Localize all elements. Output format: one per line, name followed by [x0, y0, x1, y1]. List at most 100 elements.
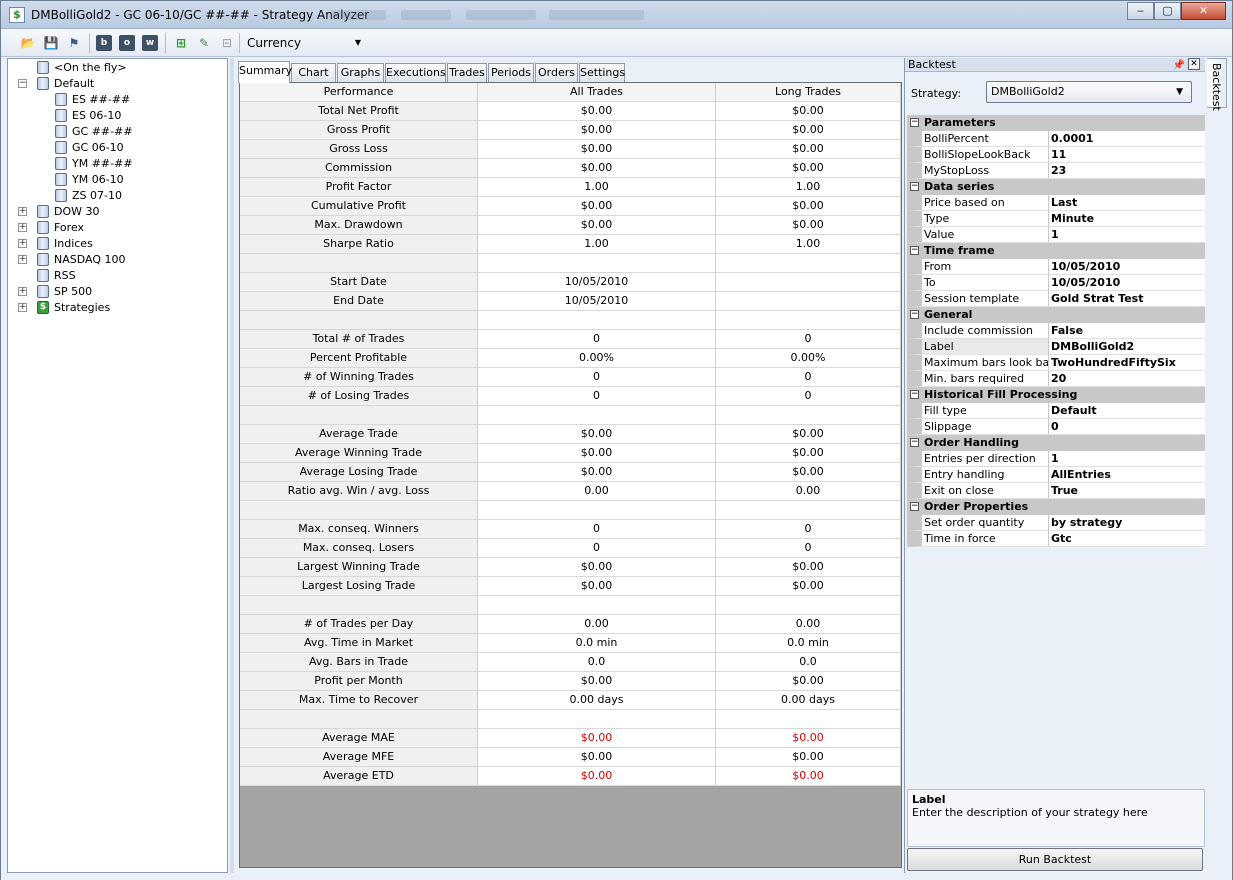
tree-expander-plus-icon[interactable]: +	[18, 239, 27, 248]
property-row[interactable]: Time in force Gtc	[907, 531, 1205, 547]
save-icon[interactable]: 💾	[42, 34, 60, 52]
tree-item-label[interactable]: Default	[54, 76, 94, 92]
tree-item-label[interactable]: ZS 07-10	[72, 188, 122, 204]
tab-summary[interactable]: Summary	[238, 61, 292, 83]
property-value[interactable]: 10/05/2010	[1049, 275, 1205, 291]
tree-item-label[interactable]: NASDAQ 100	[54, 252, 126, 268]
property-category[interactable]: − Order Handling	[907, 435, 1205, 451]
property-value[interactable]: Last	[1049, 195, 1205, 211]
minimize-button[interactable]: ‒	[1127, 2, 1154, 20]
currency-dropdown[interactable]: Currency ▼	[243, 34, 365, 52]
property-row[interactable]: BolliSlopeLookBack 11	[907, 147, 1205, 163]
tree-item-label[interactable]: DOW 30	[54, 204, 100, 220]
tree-item-label[interactable]: Forex	[54, 220, 84, 236]
property-value[interactable]: 23	[1049, 163, 1205, 179]
property-row[interactable]: BolliPercent 0.0001	[907, 131, 1205, 147]
tree-item-label[interactable]: RSS	[54, 268, 76, 284]
tab-orders[interactable]: Orders	[535, 63, 578, 82]
collapse-icon[interactable]: −	[910, 182, 919, 191]
property-category[interactable]: − Order Properties	[907, 499, 1205, 515]
property-value[interactable]: Gtc	[1049, 531, 1205, 547]
property-value[interactable]: AllEntries	[1049, 467, 1205, 483]
close-icon[interactable]: ✕	[1188, 58, 1200, 70]
tree-expander-plus-icon[interactable]: +	[18, 207, 27, 216]
property-value[interactable]: by strategy	[1049, 515, 1205, 531]
property-row[interactable]: Exit on close True	[907, 483, 1205, 499]
property-value[interactable]: 0.0001	[1049, 131, 1205, 147]
tab-executions[interactable]: Executions	[385, 63, 446, 82]
property-row[interactable]: Session template Gold Strat Test	[907, 291, 1205, 307]
column-header[interactable]: Performance	[240, 83, 478, 102]
property-value[interactable]: 10/05/2010	[1049, 259, 1205, 275]
chart-pointer-icon[interactable]: ⚑	[65, 34, 83, 52]
tab-periods[interactable]: Periods	[488, 63, 534, 82]
column-header[interactable]: Long Trades	[716, 83, 901, 102]
collapse-icon[interactable]: −	[910, 310, 919, 319]
property-row[interactable]: Slippage 0	[907, 419, 1205, 435]
tree-item-label[interactable]: <On the fly>	[54, 60, 127, 76]
optimize-o-icon[interactable]: o	[119, 35, 135, 51]
property-row[interactable]: To 10/05/2010	[907, 275, 1205, 291]
tree-expander-plus-icon[interactable]: +	[18, 287, 27, 296]
open-folder-icon[interactable]: 📂	[19, 34, 37, 52]
strategy-select[interactable]: DMBolliGold2 ▼	[986, 81, 1192, 103]
property-row[interactable]: Entry handling AllEntries	[907, 467, 1205, 483]
property-value[interactable]: 1	[1049, 227, 1205, 243]
property-value[interactable]: Minute	[1049, 211, 1205, 227]
property-value[interactable]: 20	[1049, 371, 1205, 387]
tab-trades[interactable]: Trades	[447, 63, 487, 82]
collapse-icon[interactable]: −	[910, 502, 919, 511]
property-value[interactable]: 11	[1049, 147, 1205, 163]
tree-expander-plus-icon[interactable]: +	[18, 255, 27, 264]
tree-item-label[interactable]: GC ##-##	[72, 124, 133, 140]
tree-item-label[interactable]: YM ##-##	[72, 156, 133, 172]
tree-expander-plus-icon[interactable]: +	[18, 303, 27, 312]
daily-b-icon[interactable]: b	[96, 35, 112, 51]
property-value[interactable]: Default	[1049, 403, 1205, 419]
property-category[interactable]: − Time frame	[907, 243, 1205, 259]
tab-settings[interactable]: Settings	[579, 63, 625, 82]
tree-item-label[interactable]: ES ##-##	[72, 92, 130, 108]
remove-icon[interactable]: ⊟	[218, 34, 236, 52]
property-row[interactable]: Type Minute	[907, 211, 1205, 227]
maximize-button[interactable]: ▢	[1154, 2, 1181, 20]
property-category[interactable]: − Data series	[907, 179, 1205, 195]
property-category[interactable]: − Historical Fill Processing	[907, 387, 1205, 403]
tree-item-label[interactable]: Indices	[54, 236, 93, 252]
property-row[interactable]: MyStopLoss 23	[907, 163, 1205, 179]
collapse-icon[interactable]: −	[910, 390, 919, 399]
property-row[interactable]: Include commission False	[907, 323, 1205, 339]
property-row[interactable]: From 10/05/2010	[907, 259, 1205, 275]
instrument-tree[interactable]: <On the fly> − Default ES ##-## ES 06-10 GC #…	[7, 58, 228, 873]
tree-expander-plus-icon[interactable]: +	[18, 223, 27, 232]
backtest-side-tab[interactable]: Backtest	[1207, 58, 1227, 111]
property-value[interactable]: TwoHundredFiftySix	[1049, 355, 1205, 371]
tab-chart[interactable]: Chart	[291, 63, 336, 82]
collapse-icon[interactable]: −	[910, 438, 919, 447]
add-icon[interactable]: ⊞	[172, 34, 190, 52]
property-row[interactable]: Maximum bars look back TwoHundredFiftySix	[907, 355, 1205, 371]
property-row[interactable]: Fill type Default	[907, 403, 1205, 419]
property-category[interactable]: − General	[907, 307, 1205, 323]
property-row[interactable]: Price based on Last	[907, 195, 1205, 211]
property-value[interactable]: True	[1049, 483, 1205, 499]
collapse-icon[interactable]: −	[910, 246, 919, 255]
title-bar[interactable]: $ DMBolliGold2 - GC 06-10/GC ##-## - Str…	[1, 1, 1232, 29]
column-header[interactable]: All Trades	[478, 83, 716, 102]
property-row[interactable]: Label DMBolliGold2	[907, 339, 1205, 355]
collapse-icon[interactable]: −	[910, 118, 919, 127]
tree-item-label[interactable]: Strategies	[54, 300, 110, 316]
property-value[interactable]: 1	[1049, 451, 1205, 467]
property-row[interactable]: Value 1	[907, 227, 1205, 243]
property-value[interactable]: 0	[1049, 419, 1205, 435]
property-row[interactable]: Entries per direction 1	[907, 451, 1205, 467]
property-row[interactable]: Set order quantity by strategy	[907, 515, 1205, 531]
tree-expander-minus-icon[interactable]: −	[18, 79, 27, 88]
tab-graphs[interactable]: Graphs	[337, 63, 384, 82]
property-row[interactable]: Min. bars required 20	[907, 371, 1205, 387]
tree-item-label[interactable]: ES 06-10	[72, 108, 121, 124]
property-value[interactable]: DMBolliGold2	[1049, 339, 1205, 355]
tree-item-label[interactable]: SP 500	[54, 284, 92, 300]
property-value[interactable]: False	[1049, 323, 1205, 339]
property-value[interactable]: Gold Strat Test	[1049, 291, 1205, 307]
